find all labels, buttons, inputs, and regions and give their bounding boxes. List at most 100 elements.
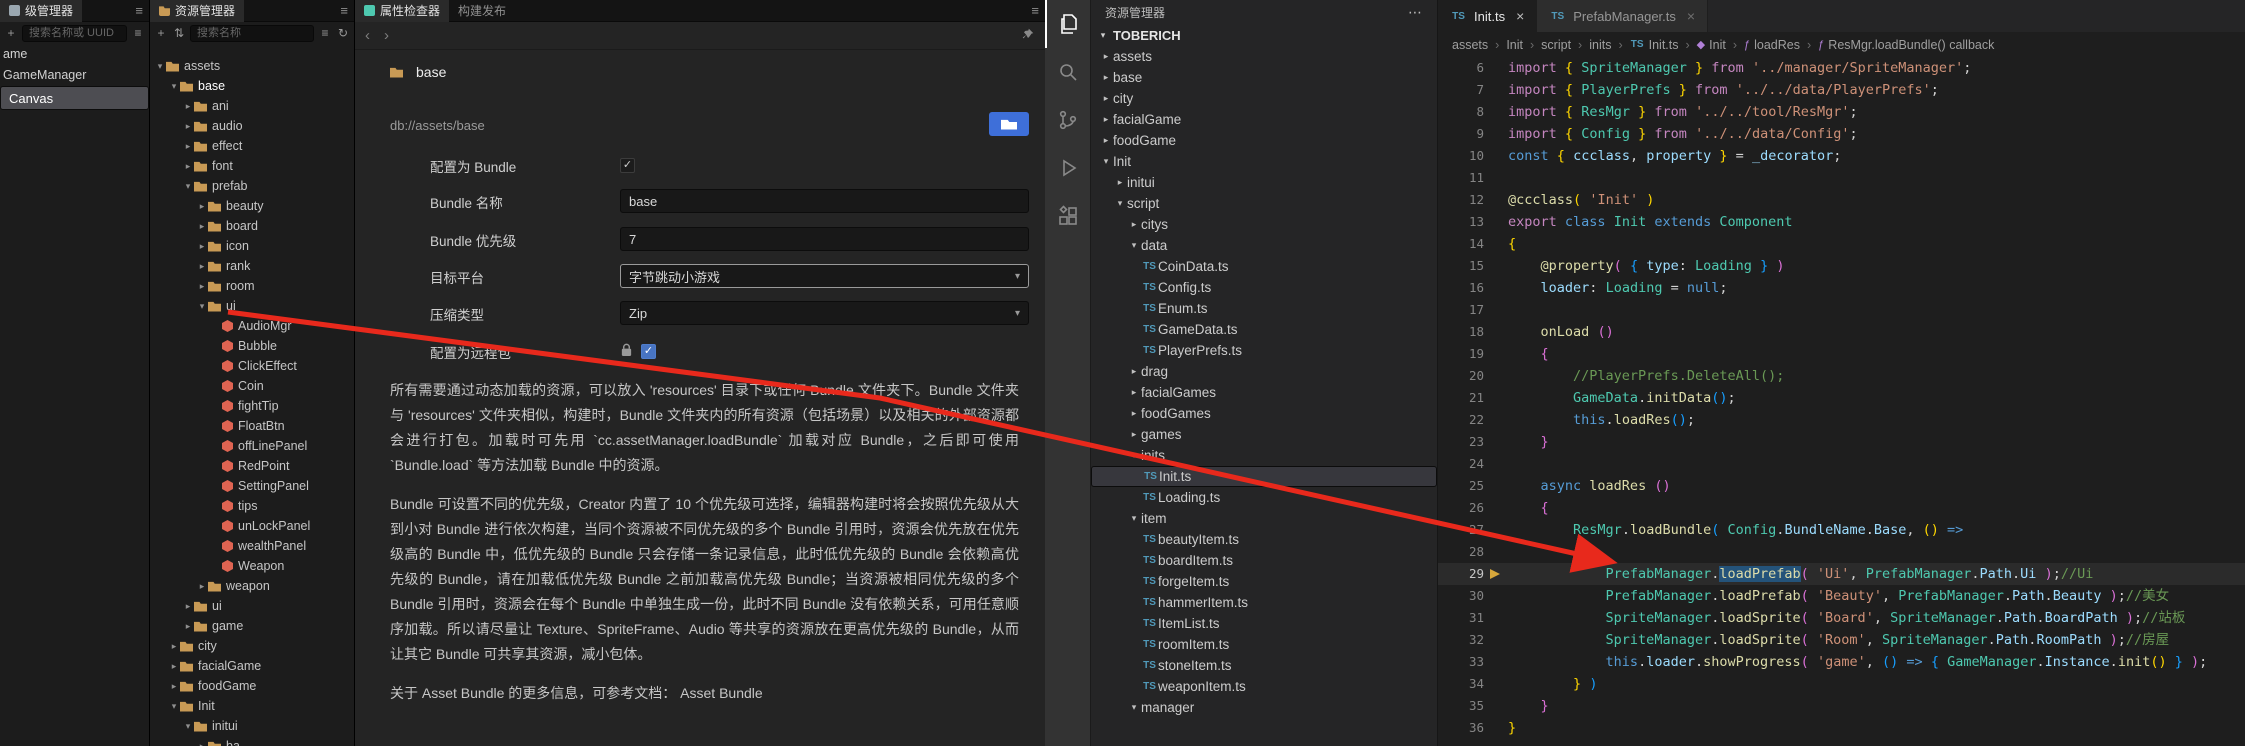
more-actions-icon[interactable]: ⋯ (1408, 4, 1423, 21)
explorer-row[interactable]: ▾ data (1091, 235, 1437, 256)
asset-row[interactable]: Coin (150, 376, 354, 396)
chevron-right-icon[interactable]: ▸ (196, 221, 208, 232)
asset-row[interactable]: ▾ Init (150, 696, 354, 716)
asset-row[interactable]: ▸ board (150, 216, 354, 236)
explorer-row[interactable]: TS Loading.ts (1091, 487, 1437, 508)
asset-row[interactable]: ▸ ui (150, 596, 354, 616)
run-debug-activity-icon[interactable] (1045, 144, 1090, 192)
back-icon[interactable]: ‹ (365, 28, 370, 43)
explorer-row[interactable]: TS ItemList.ts (1091, 613, 1437, 634)
breadcrumb-item[interactable]: ƒ loadRes (1744, 38, 1800, 52)
asset-row[interactable]: ▸ effect (150, 136, 354, 156)
explorer-row[interactable]: ▸ drag (1091, 361, 1437, 382)
forward-icon[interactable]: › (384, 28, 389, 43)
is-bundle-checkbox[interactable]: ✓ (620, 157, 635, 173)
asset-row[interactable]: ▾ initui (150, 716, 354, 736)
asset-row[interactable]: ▾ base (150, 76, 354, 96)
explorer-row[interactable]: ▸ foodGames (1091, 403, 1437, 424)
asset-row[interactable]: ▸ facialGame (150, 656, 354, 676)
explorer-row[interactable]: ▸ facialGames (1091, 382, 1437, 403)
workspace-root[interactable]: ▾ TOBERICH (1091, 24, 1437, 46)
asset-row[interactable]: ▸ font (150, 156, 354, 176)
chevron-right-icon[interactable]: ▸ (182, 101, 194, 112)
sort-assets-icon[interactable]: ⇅ (172, 26, 186, 40)
hierarchy-filter-icon[interactable]: ≡ (131, 26, 145, 40)
asset-row[interactable]: tips (150, 496, 354, 516)
chevron-right-icon[interactable]: ▸ (182, 141, 194, 152)
extensions-activity-icon[interactable] (1045, 192, 1090, 240)
asset-row[interactable]: FloatBtn (150, 416, 354, 436)
asset-row[interactable]: fightTip (150, 396, 354, 416)
chevron-right-icon[interactable]: ▸ (196, 201, 208, 212)
explorer-row[interactable]: ▾ item (1091, 508, 1437, 529)
assets-search-input[interactable] (190, 24, 314, 42)
explorer-row[interactable]: ▸ games (1091, 424, 1437, 445)
chevron-right-icon[interactable]: ▸ (196, 261, 208, 272)
breadcrumb-item[interactable]: TS Init.ts (1630, 38, 1679, 52)
asset-row[interactable]: AudioMgr (150, 316, 354, 336)
chevron-down-icon[interactable]: ▾ (168, 701, 180, 712)
chevron-right-icon[interactable]: ▸ (196, 241, 208, 252)
asset-row[interactable]: ▸ rank (150, 256, 354, 276)
hierarchy-node[interactable]: ame (0, 44, 149, 65)
explorer-row[interactable]: TS CoinData.ts (1091, 256, 1437, 277)
asset-row[interactable]: ▾ prefab (150, 176, 354, 196)
explorer-row[interactable]: TS Config.ts (1091, 277, 1437, 298)
chevron-right-icon[interactable]: ▸ (168, 681, 180, 692)
chevron-right-icon[interactable]: ▸ (182, 601, 194, 612)
breadcrumb-item[interactable]: Init (1506, 38, 1523, 52)
explorer-row[interactable]: ▸ citys (1091, 214, 1437, 235)
create-node-button[interactable]: + (4, 26, 18, 40)
chevron-down-icon[interactable]: ▾ (154, 61, 166, 72)
is-remote-checkbox[interactable]: ✓ (641, 343, 656, 359)
chevron-right-icon[interactable]: ▸ (182, 161, 194, 172)
explorer-row[interactable]: ▸ city (1091, 88, 1437, 109)
explorer-row[interactable]: ▸ initui (1091, 172, 1437, 193)
explorer-row[interactable]: ▾ Init (1091, 151, 1437, 172)
explorer-row[interactable]: ▾ script (1091, 193, 1437, 214)
inspector-menu-icon[interactable]: ≡ (1031, 3, 1039, 18)
hierarchy-menu-icon[interactable]: ≡ (135, 3, 143, 18)
chevron-right-icon[interactable]: ▸ (196, 581, 208, 592)
create-asset-button[interactable]: + (154, 26, 168, 40)
tab-inspector[interactable]: 属性检查器 (355, 0, 450, 22)
target-platform-select[interactable]: 字节跳动小游戏 ▾ (620, 264, 1029, 288)
chevron-right-icon[interactable]: ▸ (168, 641, 180, 652)
chevron-right-icon[interactable]: ▸ (182, 121, 194, 132)
chevron-right-icon[interactable]: ▸ (182, 621, 194, 632)
explorer-row[interactable]: ▸ facialGame (1091, 109, 1437, 130)
tab-hierarchy[interactable]: 级管理器 (0, 0, 83, 22)
close-icon[interactable]: × (1516, 8, 1524, 24)
close-icon[interactable]: × (1687, 8, 1695, 24)
explorer-row[interactable]: TS GameData.ts (1091, 319, 1437, 340)
explorer-row[interactable]: ▾ inits (1091, 445, 1437, 466)
chevron-right-icon[interactable]: ▸ (168, 661, 180, 672)
asset-row[interactable]: ▸ ba (150, 736, 354, 746)
asset-row[interactable]: RedPoint (150, 456, 354, 476)
asset-row[interactable]: ▸ audio (150, 116, 354, 136)
explorer-row[interactable]: ▸ foodGame (1091, 130, 1437, 151)
search-activity-icon[interactable] (1045, 48, 1090, 96)
asset-row[interactable]: SettingPanel (150, 476, 354, 496)
explorer-row[interactable]: TS PlayerPrefs.ts (1091, 340, 1437, 361)
asset-row[interactable]: ▸ weapon (150, 576, 354, 596)
explorer-row[interactable]: ▾ manager (1091, 697, 1437, 718)
source-control-activity-icon[interactable] (1045, 96, 1090, 144)
asset-row[interactable]: wealthPanel (150, 536, 354, 556)
explorer-row[interactable]: TS beautyItem.ts (1091, 529, 1437, 550)
hierarchy-search-input[interactable] (22, 24, 127, 42)
chevron-down-icon[interactable]: ▾ (182, 721, 194, 732)
hierarchy-node[interactable]: Canvas (0, 86, 149, 110)
open-folder-button[interactable] (989, 112, 1029, 136)
bundle-priority-input[interactable] (620, 227, 1029, 251)
editor-tab[interactable]: TS Init.ts × (1438, 0, 1538, 32)
code-editor[interactable]: 6 import { SpriteManager } from '../manag… (1438, 57, 2245, 746)
assets-menu-icon[interactable]: ≡ (340, 3, 348, 18)
breadcrumb-item[interactable]: assets (1452, 38, 1488, 52)
tab-assets[interactable]: 资源管理器 (150, 0, 245, 22)
asset-row[interactable]: unLockPanel (150, 516, 354, 536)
explorer-row[interactable]: ▸ base (1091, 67, 1437, 88)
chevron-right-icon[interactable]: ▸ (196, 281, 208, 292)
chevron-right-icon[interactable]: ▸ (196, 741, 208, 746)
explorer-row[interactable]: TS hammerItem.ts (1091, 592, 1437, 613)
